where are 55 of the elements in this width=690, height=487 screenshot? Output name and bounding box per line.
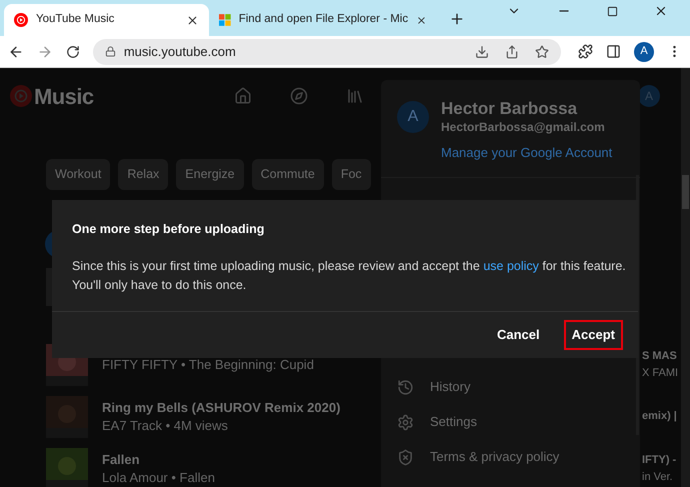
menu-item[interactable]: History (397, 370, 640, 404)
use-policy-link[interactable]: use policy (483, 258, 539, 273)
mood-chip[interactable]: Foc (332, 159, 371, 190)
dialog-button[interactable]: Cancel (493, 320, 544, 350)
account-email: HectorBarbossa@gmail.com (441, 119, 606, 135)
close-icon[interactable] (654, 4, 668, 18)
forward-icon[interactable] (36, 44, 53, 60)
side-panel-icon[interactable] (606, 44, 622, 59)
star-icon[interactable] (535, 44, 550, 58)
song-subtitle: in Ver. (642, 470, 674, 485)
song-subtitle: Lola Amour • Fallen (102, 468, 215, 487)
reload-icon[interactable] (66, 44, 80, 58)
back-icon[interactable] (8, 44, 24, 60)
url-text: music.youtube.com (124, 42, 236, 61)
four-squares-icon (219, 13, 231, 27)
song-subtitle: FIFTY FIFTY • The Beginning: Cupid (102, 356, 314, 374)
gear-icon (397, 414, 414, 430)
browser-tab[interactable]: Find and open File Explorer - Mic (209, 4, 437, 36)
browser-tab[interactable]: YouTube Music (4, 4, 209, 36)
song-subtitle: X FAMI (642, 366, 680, 381)
menu-item[interactable]: Terms & privacy policy (397, 440, 640, 474)
new-tab-icon[interactable] (449, 11, 465, 27)
song-subtitle: EA7 Track • 4M views (102, 416, 229, 435)
close-icon[interactable] (186, 14, 199, 26)
account-name: Hector Barbossa (441, 99, 578, 119)
shield-icon (397, 448, 414, 466)
song-title[interactable]: S MAS (642, 348, 681, 365)
tab-title: Find and open File Explorer - Mic (238, 12, 408, 28)
lock-icon (104, 46, 116, 57)
share-icon[interactable] (505, 44, 520, 58)
extensions-icon[interactable] (578, 44, 594, 59)
mood-chip[interactable]: Energize (176, 159, 244, 190)
dialog-title: One more step before uploading (72, 221, 266, 238)
account-avatar: A (397, 101, 429, 133)
mood-chip[interactable]: Commute (252, 159, 324, 190)
scrollbar-thumb[interactable] (682, 175, 689, 209)
music-logo-icon (14, 13, 28, 27)
tab-title: YouTube Music (36, 12, 116, 28)
song-title[interactable]: Ring my Bells (ASHUROV Remix 2020) (102, 398, 340, 417)
manage-account-link[interactable]: Manage your Google Account (441, 143, 612, 162)
mood-chip[interactable]: Relax (118, 159, 168, 190)
dialog-message: Since this is your first time uploading music, please review and accept the use policy for this feature. You'll only have to do this once. (72, 258, 627, 294)
song-title[interactable]: Fallen (102, 450, 215, 469)
profile-avatar[interactable]: A (634, 42, 654, 62)
music-logo-icon (10, 85, 32, 107)
song-title[interactable]: IFTY) - (642, 452, 681, 469)
song-title[interactable]: emix) | (642, 408, 681, 426)
install-icon[interactable] (475, 44, 490, 58)
dialog-button[interactable]: Accept (564, 320, 623, 350)
logo-text: Music (34, 82, 94, 110)
maximize-icon[interactable] (607, 6, 618, 16)
address-bar[interactable]: music.youtube.com (92, 38, 562, 64)
menu-item[interactable]: Settings (397, 404, 640, 440)
history-icon (397, 378, 414, 396)
mood-chip[interactable]: Workout (46, 159, 110, 190)
